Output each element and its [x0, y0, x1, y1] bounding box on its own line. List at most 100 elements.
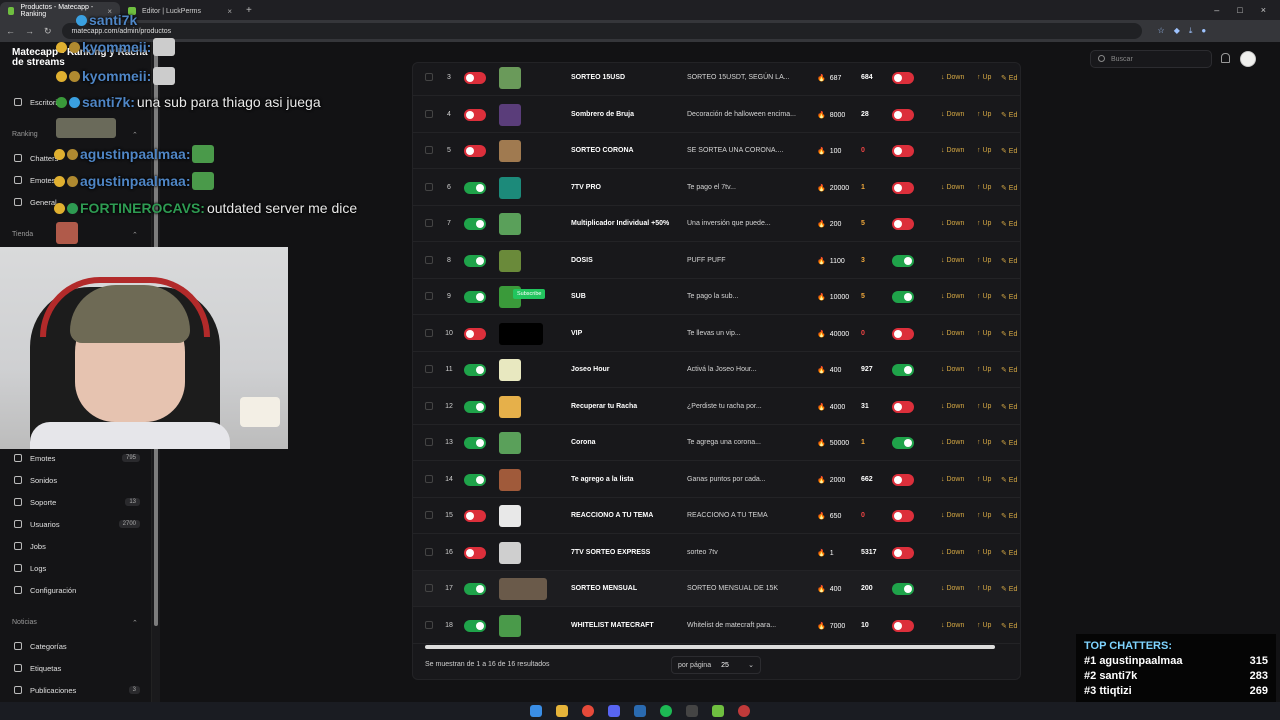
move-up-button[interactable]: ↑ Up — [977, 220, 991, 227]
table-horizontal-scrollbar[interactable] — [421, 644, 1019, 650]
new-tab-button[interactable]: + — [240, 5, 258, 16]
bookmark-star-icon[interactable]: ☆ — [1158, 26, 1165, 36]
search-input[interactable]: Buscar — [1090, 50, 1212, 68]
sidebar-item-configuracion[interactable]: Configuración — [14, 584, 140, 596]
visible-toggle[interactable] — [892, 583, 914, 595]
section-tienda[interactable]: Tienda ⌃ — [12, 231, 138, 239]
active-toggle[interactable] — [464, 473, 486, 486]
move-up-button[interactable]: ↑ Up — [977, 366, 991, 373]
move-up-button[interactable]: ↑ Up — [977, 403, 991, 410]
move-up-button[interactable]: ↑ Up — [977, 293, 991, 300]
row-checkbox[interactable] — [425, 547, 433, 556]
sidebar-item-soporte[interactable]: Soporte 13 — [14, 496, 140, 508]
row-checkbox[interactable] — [425, 474, 433, 483]
visible-toggle[interactable] — [892, 72, 914, 84]
move-down-button[interactable]: ↓ Down — [941, 257, 964, 264]
forward-icon[interactable]: → — [25, 26, 34, 36]
table-row[interactable]: 17 SORTEO MENSUAL SORTEO MENSUAL DE 15K 🔥 40… — [413, 571, 1020, 607]
active-toggle[interactable] — [464, 583, 486, 595]
discord-icon[interactable] — [608, 705, 620, 717]
move-down-button[interactable]: ↓ Down — [941, 512, 964, 519]
move-up-button[interactable]: ↑ Up — [977, 549, 991, 556]
edit-button[interactable]: ✎ Ed — [1001, 476, 1017, 484]
scrollbar-thumb[interactable] — [425, 645, 995, 649]
move-up-button[interactable]: ↑ Up — [977, 512, 991, 519]
table-row[interactable]: 16 7TV SORTEO EXPRESS sorteo 7tv 🔥 1 5317 ↓ Do… — [413, 535, 1020, 571]
table-row[interactable]: 10 VIP Te llevas un vip... 🔥 40000 0 ↓ Down ↑ U… — [413, 316, 1020, 352]
edit-button[interactable]: ✎ Ed — [1001, 111, 1017, 119]
move-down-button[interactable]: ↓ Down — [941, 220, 964, 227]
move-up-button[interactable]: ↑ Up — [977, 330, 991, 337]
table-row[interactable]: 5 SORTEO CORONA SE SORTEA UNA CORONA.... 🔥 1… — [413, 133, 1020, 169]
edit-button[interactable]: ✎ Ed — [1001, 439, 1017, 447]
row-checkbox[interactable] — [425, 255, 433, 264]
visible-toggle[interactable] — [892, 473, 914, 486]
edit-button[interactable]: ✎ Ed — [1001, 220, 1017, 228]
table-row[interactable]: 12 Recuperar tu Racha ¿Perdiste tu racha p… — [413, 389, 1020, 425]
table-row[interactable]: 4 Sombrero de Bruja Decoración de hallowee… — [413, 97, 1020, 133]
move-down-button[interactable]: ↓ Down — [941, 439, 964, 446]
row-checkbox[interactable] — [425, 620, 433, 629]
move-down-button[interactable]: ↓ Down — [941, 476, 964, 483]
table-row[interactable]: 7 Multiplicador Individual +50% Una invers… — [413, 206, 1020, 242]
active-toggle[interactable] — [464, 364, 486, 376]
move-down-button[interactable]: ↓ Down — [941, 549, 964, 556]
sidebar-item-etiquetas[interactable]: Etiquetas — [14, 662, 140, 674]
edit-button[interactable]: ✎ Ed — [1001, 147, 1017, 155]
visible-toggle[interactable] — [892, 437, 914, 449]
move-up-button[interactable]: ↑ Up — [977, 439, 991, 446]
table-row[interactable]: 9 SUB Te pago la sub... 🔥 10000 5 ↓ Down ↑ Up ✎ … — [413, 279, 1020, 315]
visible-toggle[interactable] — [892, 327, 914, 340]
sidebar-item-emotes[interactable]: Emotes 795 — [14, 452, 140, 464]
row-checkbox[interactable] — [425, 182, 433, 191]
visible-toggle[interactable] — [892, 546, 914, 559]
active-toggle[interactable] — [464, 218, 486, 230]
sidebar-item-jobs[interactable]: Jobs — [14, 540, 140, 552]
edit-button[interactable]: ✎ Ed — [1001, 585, 1017, 593]
visible-toggle[interactable] — [892, 364, 914, 376]
back-icon[interactable]: ← — [6, 26, 15, 36]
row-checkbox[interactable] — [425, 584, 433, 592]
table-row[interactable]: 18 WHITELIST MATECRAFT Whitelist de matecr… — [413, 608, 1020, 644]
move-down-button[interactable]: ↓ Down — [941, 330, 964, 337]
table-row[interactable]: 13 Corona Te agrega una corona... 🔥 50000 1 ↓ … — [413, 425, 1020, 461]
visible-toggle[interactable] — [892, 254, 914, 267]
move-up-button[interactable]: ↑ Up — [977, 585, 991, 592]
edit-button[interactable]: ✎ Ed — [1001, 184, 1017, 192]
visible-toggle[interactable] — [892, 218, 914, 230]
minimize-icon[interactable]: – — [1214, 5, 1219, 15]
active-toggle[interactable] — [464, 327, 486, 340]
row-checkbox[interactable] — [425, 292, 433, 300]
row-checkbox[interactable] — [425, 219, 433, 227]
chrome-icon[interactable] — [582, 705, 594, 717]
edit-button[interactable]: ✎ Ed — [1001, 622, 1017, 630]
bell-icon[interactable] — [1221, 53, 1230, 63]
close-tab-icon[interactable]: × — [227, 7, 232, 16]
row-checkbox[interactable] — [425, 146, 433, 154]
move-down-button[interactable]: ↓ Down — [941, 184, 964, 191]
table-row[interactable]: 15 REACCIONO A TU TEMA REACCIONO A TU TEMA… — [413, 498, 1020, 534]
move-up-button[interactable]: ↑ Up — [977, 622, 991, 629]
download-icon[interactable]: ⤓ — [1189, 26, 1193, 36]
move-up-button[interactable]: ↑ Up — [977, 147, 991, 154]
extension-icon[interactable]: ◆ — [1174, 26, 1180, 36]
active-toggle[interactable] — [464, 181, 486, 194]
app-icon[interactable] — [738, 705, 750, 717]
edit-button[interactable]: ✎ Ed — [1001, 549, 1017, 557]
visible-toggle[interactable] — [892, 510, 914, 522]
active-toggle[interactable] — [464, 510, 486, 522]
sidebar-item-usuarios[interactable]: Usuarios 2700 — [14, 518, 140, 530]
sidebar-item-publicaciones[interactable]: Publicaciones 3 — [14, 684, 140, 696]
active-toggle[interactable] — [464, 108, 486, 121]
row-checkbox[interactable] — [425, 73, 433, 81]
move-up-button[interactable]: ↑ Up — [977, 257, 991, 264]
edit-button[interactable]: ✎ Ed — [1001, 403, 1017, 411]
close-window-icon[interactable]: × — [1261, 5, 1266, 15]
browser-tab-luckperms[interactable]: Editor | LuckPerms × — [120, 2, 240, 20]
table-row[interactable]: 6 7TV PRO Te pago el 7tv... 🔥 20000 1 ↓ Down ↑ … — [413, 170, 1020, 206]
visible-toggle[interactable] — [892, 145, 914, 157]
move-down-button[interactable]: ↓ Down — [941, 622, 964, 629]
active-toggle[interactable] — [464, 254, 486, 267]
edit-button[interactable]: ✎ Ed — [1001, 74, 1017, 82]
file-explorer-icon[interactable] — [556, 705, 568, 717]
